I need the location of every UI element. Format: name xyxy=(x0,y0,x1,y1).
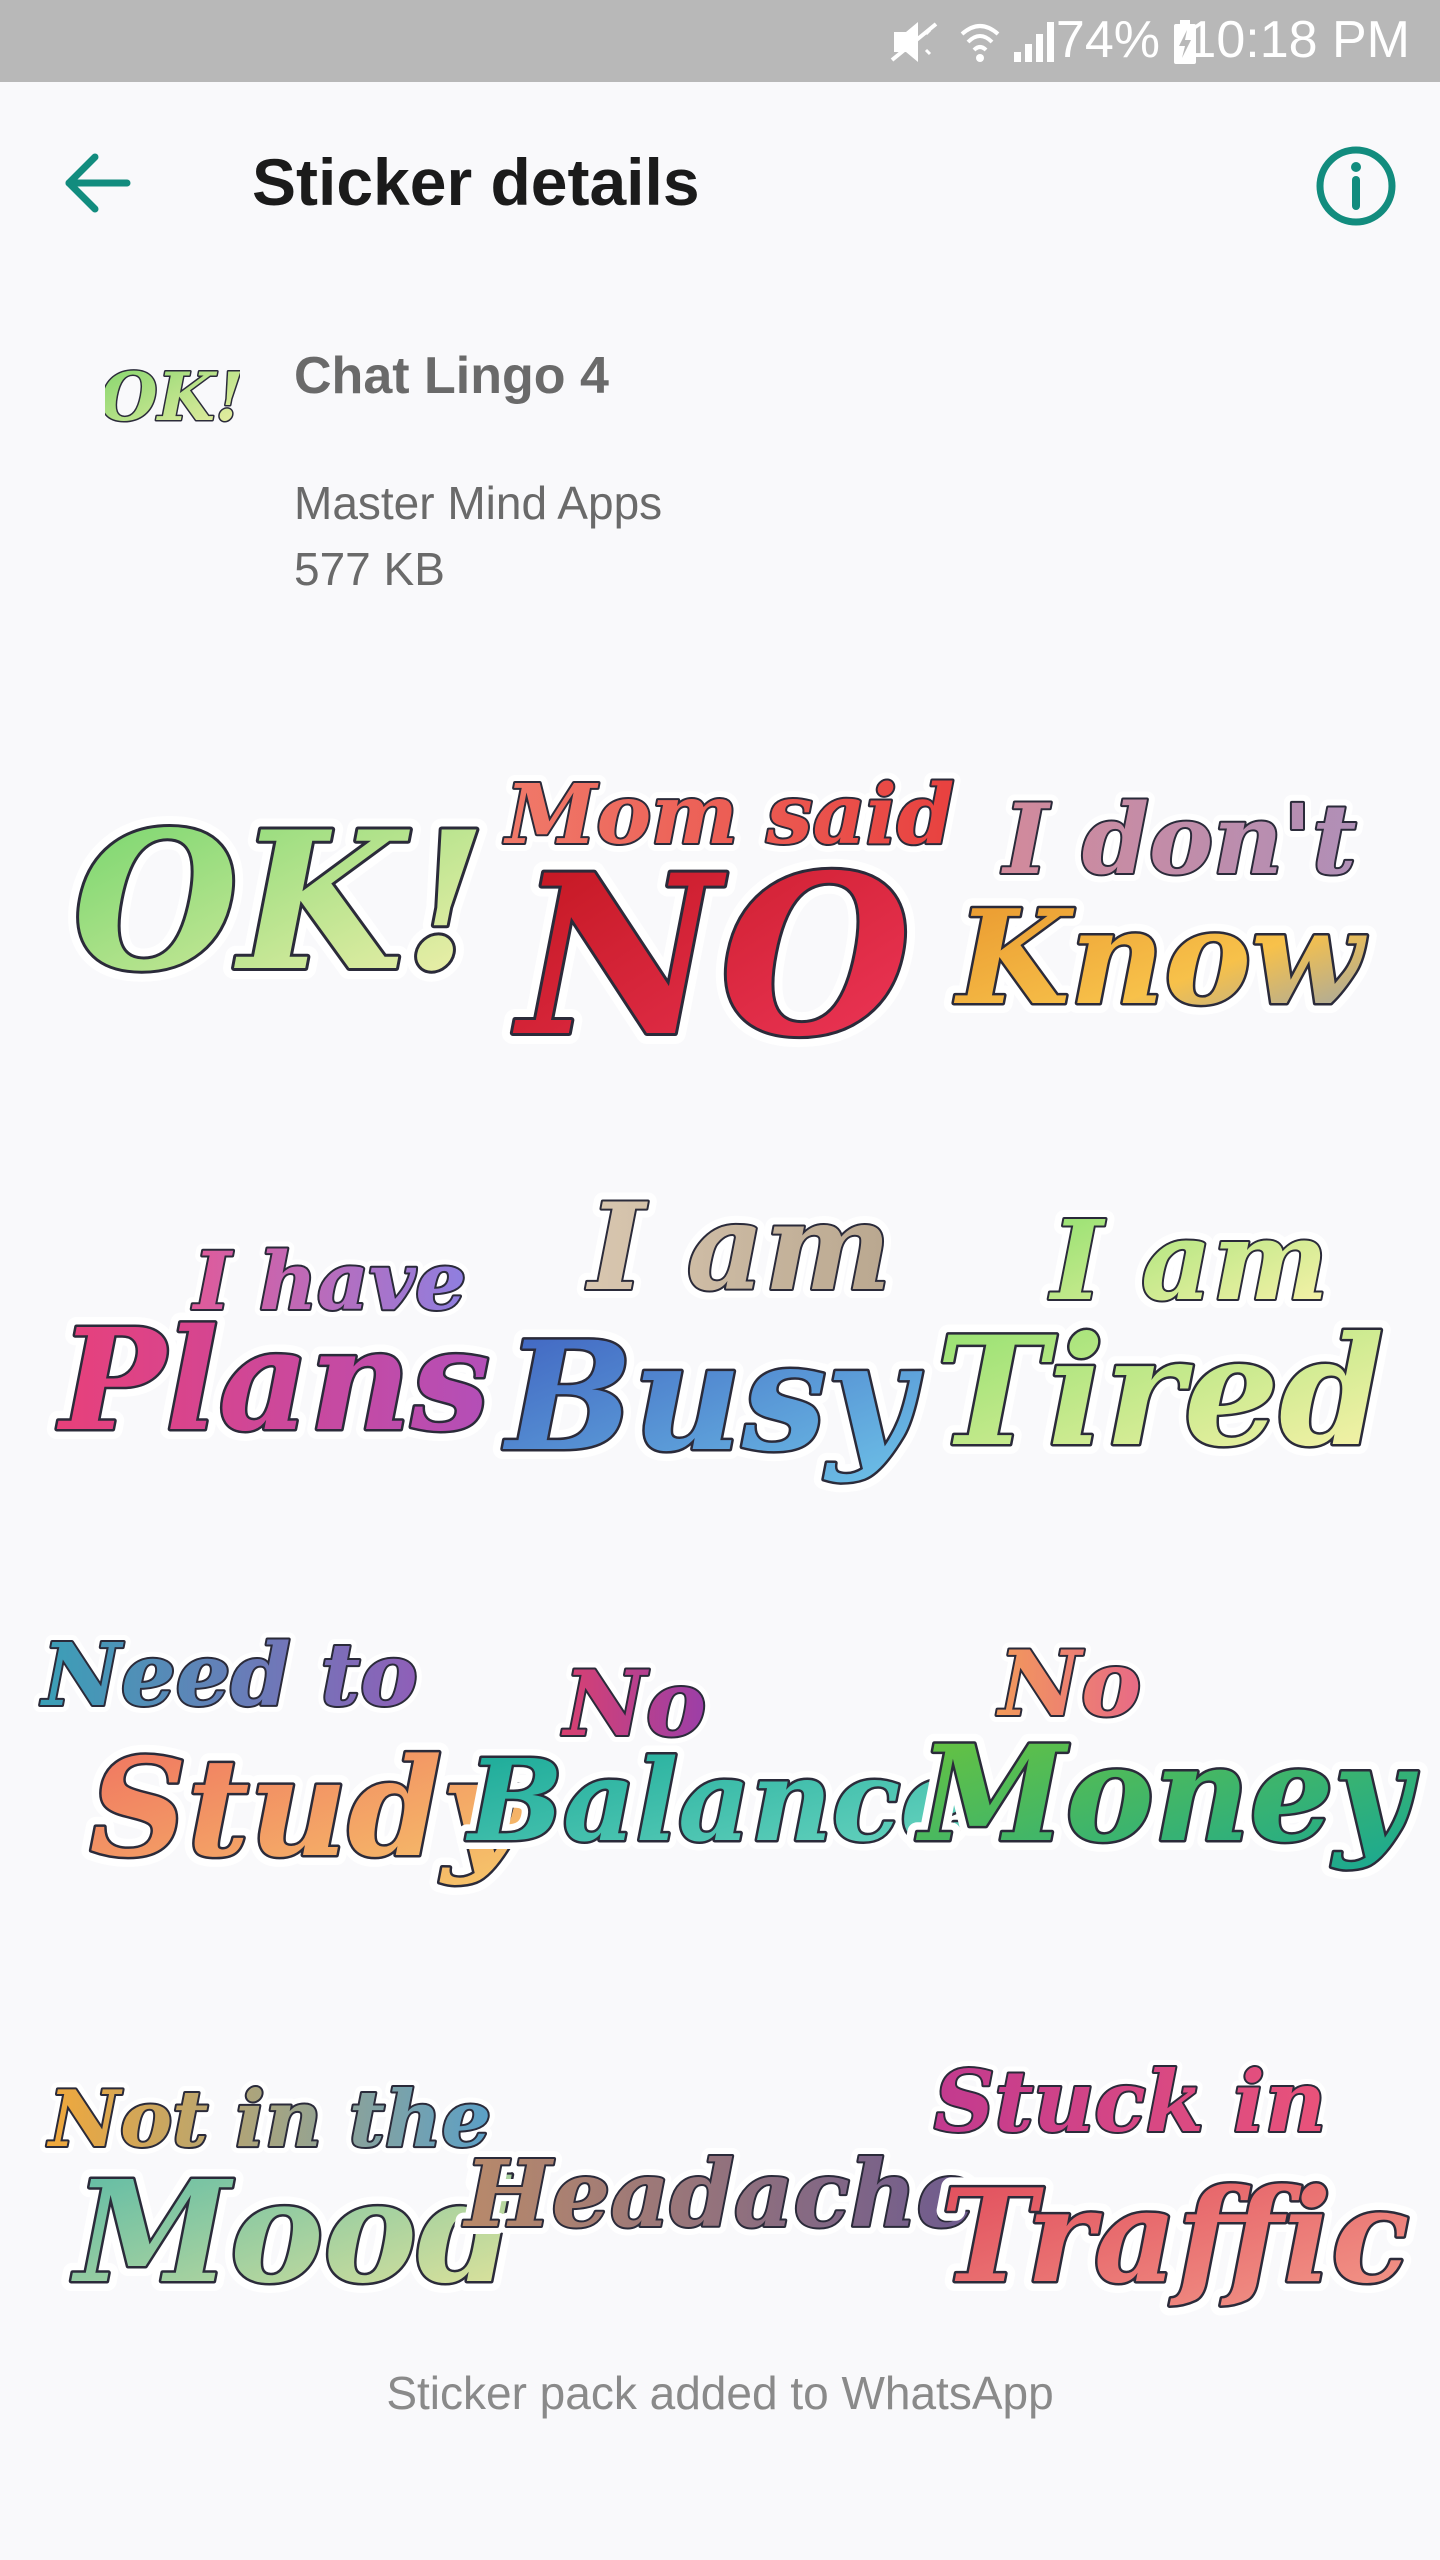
svg-text:Balance: Balance xyxy=(465,1736,971,1867)
mute-vibrate-icon xyxy=(890,20,940,69)
pack-header: OK! Chat Lingo 4 Master Mind Apps 577 KB xyxy=(0,300,1440,620)
status-bar: 74% 10:18 PM xyxy=(0,0,1440,82)
svg-text:I am: I am xyxy=(586,1177,892,1318)
wifi-icon xyxy=(958,20,1002,69)
signal-icon xyxy=(1012,20,1058,69)
svg-text:Know: Know xyxy=(953,881,1367,1034)
arrow-back-icon xyxy=(65,153,131,213)
svg-text:Traffic: Traffic xyxy=(941,2162,1410,2312)
sticker-mom-said-no[interactable]: Mom said Mom said NO NO xyxy=(495,700,963,1126)
svg-text:Tired: Tired xyxy=(936,1304,1384,1480)
back-button[interactable] xyxy=(55,138,145,228)
sticker-no-money[interactable]: No No Money Money xyxy=(906,1552,1429,1978)
toolbar: Sticker details xyxy=(0,82,1440,282)
svg-text:Money: Money xyxy=(916,1717,1419,1872)
sticker-need-to-study[interactable]: Need to Need to Study Study xyxy=(32,1552,539,1978)
sticker-headache[interactable]: Headache Headache xyxy=(454,1978,983,2404)
pack-publisher: Master Mind Apps xyxy=(294,477,663,529)
svg-text:Mood: Mood xyxy=(71,2151,515,2315)
svg-text:OK!: OK! xyxy=(73,790,487,1013)
svg-text:I don't: I don't xyxy=(1000,783,1356,896)
sticker-grid: OK! OK! Mom said Mom said NO NO I don't … xyxy=(32,700,1429,2404)
pack-name: Chat Lingo 4 xyxy=(294,347,609,405)
svg-text:Stuck in: Stuck in xyxy=(934,2052,1326,2151)
sticker-i-am-tired[interactable]: I am I am Tired Tired xyxy=(926,1126,1394,1552)
sticker-not-in-the-mood[interactable]: Not in the Not in the Mood Mood xyxy=(39,1978,525,2404)
clock: 10:18 PM xyxy=(1187,11,1410,69)
svg-text:Need to: Need to xyxy=(39,1625,417,1726)
info-icon xyxy=(1316,146,1396,226)
sticker-i-have-plans[interactable]: I have I have Plans Plans xyxy=(46,1126,500,1552)
svg-text:OK!: OK! xyxy=(105,358,240,436)
svg-text:Study: Study xyxy=(90,1728,529,1887)
sticker-ok[interactable]: OK! OK! xyxy=(60,700,500,1126)
pack-added-status: Sticker pack added to WhatsApp xyxy=(386,2367,1054,2419)
sticker-i-dont-know[interactable]: I don't I don't Know Know xyxy=(940,700,1380,1126)
svg-text:Busy: Busy xyxy=(502,1309,922,1485)
sticker-stuck-in-traffic[interactable]: Stuck in Stuck in Traffic Traffic xyxy=(927,1978,1419,2404)
info-button[interactable] xyxy=(1310,140,1402,232)
page-title: Sticker details xyxy=(252,145,700,219)
sticker-i-am-busy[interactable]: I am I am Busy Busy xyxy=(492,1126,940,1552)
svg-text:Headache: Headache xyxy=(462,2140,975,2248)
tray-icon: OK! xyxy=(99,340,246,450)
svg-text:Plans: Plans xyxy=(56,1299,490,1463)
pack-size: 577 KB xyxy=(294,543,445,595)
svg-text:NO: NO xyxy=(513,826,912,1085)
sticker-no-balance[interactable]: No No Balance Balance xyxy=(456,1552,980,1978)
screen: 74% 10:18 PM Sticker details OK! Chat Li… xyxy=(0,0,1440,2560)
battery-percent: 74% xyxy=(1055,11,1160,69)
